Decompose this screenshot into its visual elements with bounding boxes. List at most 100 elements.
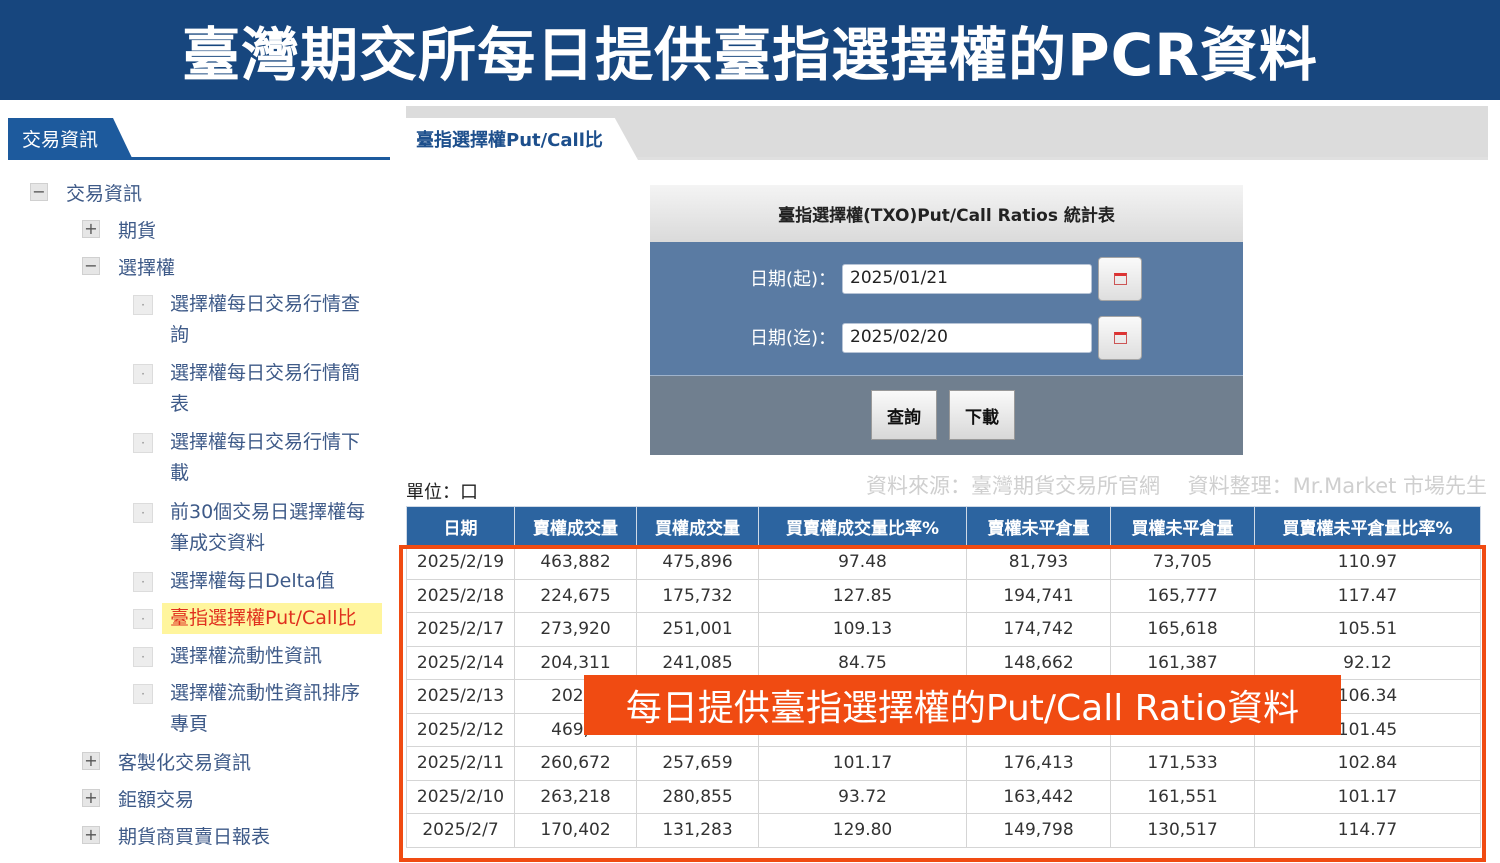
- tree-item-label[interactable]: 選擇權每日Delta值: [170, 566, 370, 597]
- tree-item-liquidity[interactable]: · 選擇權流動性資訊: [133, 641, 370, 672]
- table-cell: 224,675: [514, 578, 637, 613]
- column-header: 買權未平倉量: [1110, 506, 1255, 546]
- table-cell: 101.17: [1254, 779, 1481, 814]
- tree-item-label[interactable]: 選擇權流動性資訊排序專頁: [170, 678, 370, 740]
- start-date-input[interactable]: 2025/01/21: [842, 264, 1092, 294]
- table-cell: 2025/2/11: [406, 746, 515, 781]
- tree-item-label[interactable]: 選擇權: [118, 253, 318, 284]
- tree-item-label[interactable]: 客製化交易資訊: [118, 748, 318, 779]
- overlay-caption: 每日提供臺指選擇權的Put/Call Ratio資料: [584, 675, 1341, 735]
- tree-item-trading-info[interactable]: − 交易資訊: [30, 179, 266, 210]
- tab-put-call-ratio[interactable]: 臺指選擇權Put/Call比: [406, 118, 638, 160]
- bullet-icon: ·: [133, 609, 153, 629]
- table-cell: 263,218: [514, 779, 637, 814]
- tree-item-label[interactable]: 選擇權流動性資訊: [170, 641, 370, 672]
- bullet-icon: ·: [133, 503, 153, 523]
- tree-item-daily-query[interactable]: · 選擇權每日交易行情查詢: [133, 289, 370, 351]
- table-cell: 165,777: [1110, 578, 1255, 613]
- tree-item-label[interactable]: 交易資訊: [66, 179, 266, 210]
- table-cell: 130,517: [1110, 813, 1255, 848]
- tree-item-put-call-ratio[interactable]: · 臺指選擇權Put/Call比: [133, 603, 382, 634]
- table-cell: 105.51: [1254, 612, 1481, 647]
- table-row: 2025/2/18 224,675 175,732 127.85 194,741 165,…: [406, 578, 1481, 613]
- tree-item-broker-report[interactable]: + 期貨商買賣日報表: [82, 822, 318, 853]
- query-form-actions: 查詢 下載: [650, 376, 1243, 455]
- table-cell: 2025/2/14: [406, 645, 515, 680]
- tree-item-label[interactable]: 期貨商買賣日報表: [118, 822, 318, 853]
- bullet-icon: ·: [133, 572, 153, 592]
- table-cell: 175,732: [636, 578, 759, 613]
- table-row: 2025/2/10 263,218 280,855 93.72 163,442 161,5…: [406, 779, 1481, 814]
- tree-item-label[interactable]: 前30個交易日選擇權每筆成交資料: [170, 497, 380, 559]
- tree-item-daily-summary[interactable]: · 選擇權每日交易行情簡表: [133, 358, 370, 420]
- bullet-icon: ·: [133, 364, 153, 384]
- tree-item-label[interactable]: 選擇權每日交易行情查詢: [170, 289, 370, 351]
- table-cell: 81,793: [966, 545, 1111, 580]
- tree-item-delta[interactable]: · 選擇權每日Delta值: [133, 566, 370, 597]
- table-cell: 73,705: [1110, 545, 1255, 580]
- tree-item-label[interactable]: 選擇權每日交易行情簡表: [170, 358, 370, 420]
- table-cell: 97.48: [758, 545, 967, 580]
- start-date-label: 日期(起)：: [750, 269, 837, 290]
- sidebar-tab[interactable]: 交易資訊: [8, 118, 133, 160]
- table-cell: 2025/2/12: [406, 712, 515, 747]
- table-cell: 163,442: [966, 779, 1111, 814]
- expand-icon[interactable]: +: [82, 789, 100, 807]
- table-cell: 102.84: [1254, 746, 1481, 781]
- banner: 臺灣期交所每日提供臺指選擇權的PCR資料: [0, 0, 1500, 100]
- end-date-label: 日期(迄)：: [750, 328, 837, 349]
- table-cell: 131,283: [636, 813, 759, 848]
- calendar-icon: [1114, 332, 1127, 344]
- sidebar: 交易資訊 − 交易資訊 + 期貨 − 選擇權 · 選擇權每日交易行情查詢 · 選…: [0, 100, 395, 863]
- calendar-icon: [1114, 273, 1127, 285]
- column-header: 賣權未平倉量: [966, 506, 1111, 546]
- download-button[interactable]: 下載: [949, 390, 1015, 440]
- tree-item-label[interactable]: 期貨: [118, 216, 318, 247]
- table-cell: 194,741: [966, 578, 1111, 613]
- table-cell: 2025/2/18: [406, 578, 515, 613]
- bullet-icon: ·: [133, 295, 153, 315]
- tree-item-futures[interactable]: + 期貨: [82, 216, 318, 247]
- tree-item-daily-download[interactable]: · 選擇權每日交易行情下載: [133, 427, 370, 489]
- expand-icon[interactable]: +: [82, 826, 100, 844]
- query-form: 臺指選擇權(TXO)Put/Call Ratios 統計表 日期(起)： 202…: [650, 185, 1243, 455]
- tree-item-liquidity-ranking[interactable]: · 選擇權流動性資訊排序專頁: [133, 678, 370, 740]
- tree-item-30day-trades[interactable]: · 前30個交易日選擇權每筆成交資料: [133, 497, 380, 559]
- end-date-input[interactable]: 2025/02/20: [842, 323, 1092, 353]
- tree-item-label[interactable]: 鉅額交易: [118, 785, 318, 816]
- table-cell: 251,001: [636, 612, 759, 647]
- table-cell: 109.13: [758, 612, 967, 647]
- start-date-calendar-button[interactable]: [1098, 257, 1142, 301]
- tree-item-options[interactable]: − 選擇權: [82, 253, 318, 284]
- bullet-icon: ·: [133, 647, 153, 667]
- table-cell: 2025/2/13: [406, 679, 515, 714]
- table-cell: 129.80: [758, 813, 967, 848]
- banner-title: 臺灣期交所每日提供臺指選擇權的PCR資料: [182, 21, 1318, 89]
- tree-item-label[interactable]: 選擇權每日交易行情下載: [170, 427, 370, 489]
- query-form-title: 臺指選擇權(TXO)Put/Call Ratios 統計表: [650, 185, 1243, 242]
- column-header: 賣權成交量: [514, 506, 637, 546]
- tree-item-label-active[interactable]: 臺指選擇權Put/Call比: [162, 603, 382, 634]
- table-cell: 475,896: [636, 545, 759, 580]
- table-cell: 114.77: [1254, 813, 1481, 848]
- tree-item-custom-info[interactable]: + 客製化交易資訊: [82, 748, 318, 779]
- table-cell: 127.85: [758, 578, 967, 613]
- expand-icon[interactable]: +: [82, 220, 100, 238]
- table-cell: 2025/2/17: [406, 612, 515, 647]
- main-tab-bar: 臺指選擇權Put/Call比: [406, 106, 1488, 160]
- collapse-icon[interactable]: −: [82, 257, 100, 275]
- end-date-calendar-button[interactable]: [1098, 316, 1142, 360]
- expand-icon[interactable]: +: [82, 752, 100, 770]
- table-cell: 117.47: [1254, 578, 1481, 613]
- bullet-icon: ·: [133, 433, 153, 453]
- column-header: 買賣權成交量比率%: [758, 506, 967, 546]
- table-cell: 161,551: [1110, 779, 1255, 814]
- table-row: 2025/2/11 260,672 257,659 101.17 176,413 171,…: [406, 746, 1481, 781]
- table-cell: 170,402: [514, 813, 637, 848]
- column-header: 買賣權未平倉量比率%: [1254, 506, 1481, 546]
- collapse-icon[interactable]: −: [30, 183, 48, 201]
- tree-item-block-trade[interactable]: + 鉅額交易: [82, 785, 318, 816]
- query-button[interactable]: 查詢: [871, 390, 937, 440]
- table-cell: 171,533: [1110, 746, 1255, 781]
- column-header: 日期: [406, 506, 515, 546]
